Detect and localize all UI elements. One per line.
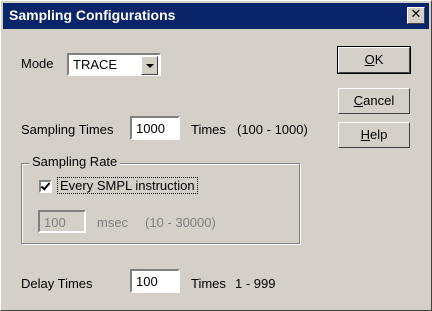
sampling-times-label: Sampling Times [21, 122, 114, 137]
close-icon: ✕ [410, 7, 422, 22]
sampling-times-unit: Times [191, 122, 226, 137]
cancel-mnemonic: C [353, 93, 364, 108]
delay-times-input[interactable]: 100 [130, 269, 180, 293]
cancel-label-rest: ancel [363, 93, 395, 108]
sampling-times-input[interactable]: 1000 [130, 116, 180, 140]
sampling-times-value: 1000 [136, 121, 165, 136]
msec-input[interactable]: 100 [38, 210, 86, 233]
help-mnemonic: H [360, 127, 371, 142]
ok-button[interactable]: OK [337, 46, 411, 74]
sampling-times-range: (100 - 1000) [237, 122, 308, 137]
help-button[interactable]: Help [338, 122, 410, 148]
ok-label-rest: K [374, 52, 384, 67]
close-button[interactable]: ✕ [407, 7, 425, 24]
cancel-button[interactable]: Cancel [338, 88, 410, 114]
delay-times-unit: Times [191, 276, 226, 291]
delay-times-range: 1 - 999 [235, 276, 276, 291]
ok-mnemonic: O [364, 52, 375, 67]
every-smpl-label[interactable]: Every SMPL instruction [57, 177, 198, 194]
msec-value: 100 [44, 215, 66, 230]
sampling-configurations-dialog: Sampling Configurations ✕ Mode TRACE Sam… [0, 0, 432, 311]
mode-select-value: TRACE [73, 57, 118, 72]
mode-label: Mode [21, 56, 54, 71]
chevron-down-icon[interactable] [141, 56, 158, 75]
sampling-rate-group-title: Sampling Rate [29, 154, 121, 169]
every-smpl-checkbox[interactable] [39, 180, 52, 193]
delay-times-label: Delay Times [21, 276, 93, 291]
delay-times-value: 100 [136, 274, 158, 289]
mode-select[interactable]: TRACE [67, 53, 161, 76]
msec-range: (10 - 30000) [145, 215, 216, 230]
msec-unit: msec [97, 215, 129, 230]
title-bar[interactable]: Sampling Configurations ✕ [3, 3, 429, 29]
every-smpl-label-text: Every SMPL instruction [57, 177, 198, 194]
window-title: Sampling Configurations [9, 7, 176, 23]
help-label-rest: elp [370, 127, 388, 142]
